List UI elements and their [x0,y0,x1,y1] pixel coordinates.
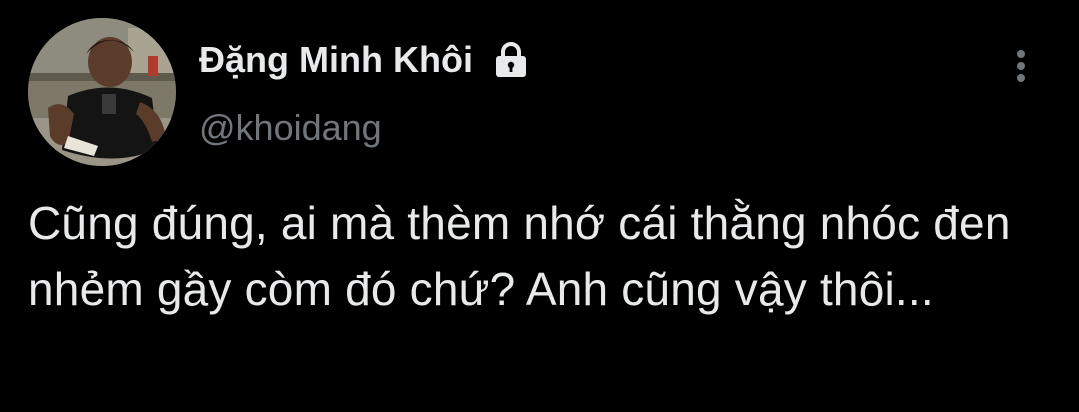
author-name-row: Đặng Minh Khôi [199,36,531,84]
more-options-button[interactable] [1004,44,1038,88]
tweet-card: Đặng Minh Khôi @khoidang Cũng đúng, ai m… [0,0,1079,412]
author-handle[interactable]: @khoidang [199,104,382,152]
lock-icon [491,40,531,80]
display-name[interactable]: Đặng Minh Khôi [199,36,473,84]
avatar[interactable] [28,18,176,166]
tweet-text: Cũng đúng, ai mà thèm nhớ cái thằng nhóc… [28,197,1011,315]
more-vertical-icon [1017,50,1025,82]
avatar-photo [28,18,176,166]
